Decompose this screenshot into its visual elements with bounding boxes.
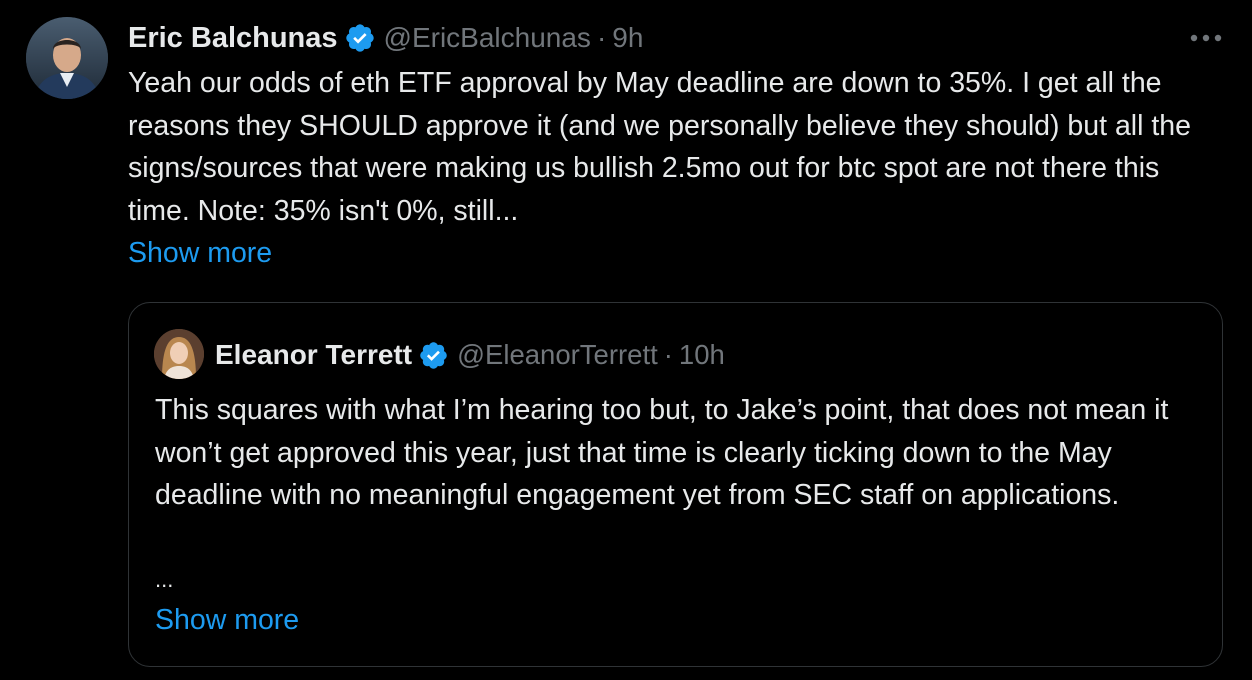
quoted-tweet-header: Eleanor Terrett @EleanorTerrett · 10h: [215, 335, 725, 375]
quoted-author-name: Eleanor Terrett: [215, 339, 413, 370]
tweet-header: Eric Balchunas @EricBalchunas · 9h: [128, 18, 643, 58]
quoted-tweet[interactable]: Eleanor Terrett @EleanorTerrett · 10h Th…: [128, 302, 1223, 667]
quoted-tweet-text: This squares with what I’m hearing too b…: [155, 394, 1169, 511]
separator-dot: ·: [663, 339, 673, 370]
quoted-tweet-timestamp: 10h: [678, 339, 725, 370]
tweet-timestamp[interactable]: 9h: [612, 22, 643, 54]
quoted-author-avatar[interactable]: [154, 329, 204, 379]
author-handle[interactable]: @EricBalchunas: [384, 22, 591, 54]
more-options-button[interactable]: [1186, 20, 1226, 56]
verified-badge-icon: [420, 341, 447, 369]
quoted-author-handle: @EleanorTerrett: [457, 339, 658, 370]
show-more-link[interactable]: Show more: [128, 232, 272, 274]
quoted-show-more-link[interactable]: Show more: [155, 599, 299, 641]
quoted-tweet-ellipsis: ...: [155, 567, 174, 592]
author-avatar[interactable]: [26, 17, 108, 99]
verified-badge-icon: [345, 24, 374, 52]
tweet-text: Yeah our odds of eth ETF approval by May…: [128, 67, 1192, 227]
author-name[interactable]: Eric Balchunas: [128, 22, 338, 55]
tweet[interactable]: Eric Balchunas @EricBalchunas · 9h Yeah …: [0, 0, 1252, 680]
separator-dot: ·: [596, 22, 607, 53]
more-horizontal-icon: [1190, 34, 1222, 42]
